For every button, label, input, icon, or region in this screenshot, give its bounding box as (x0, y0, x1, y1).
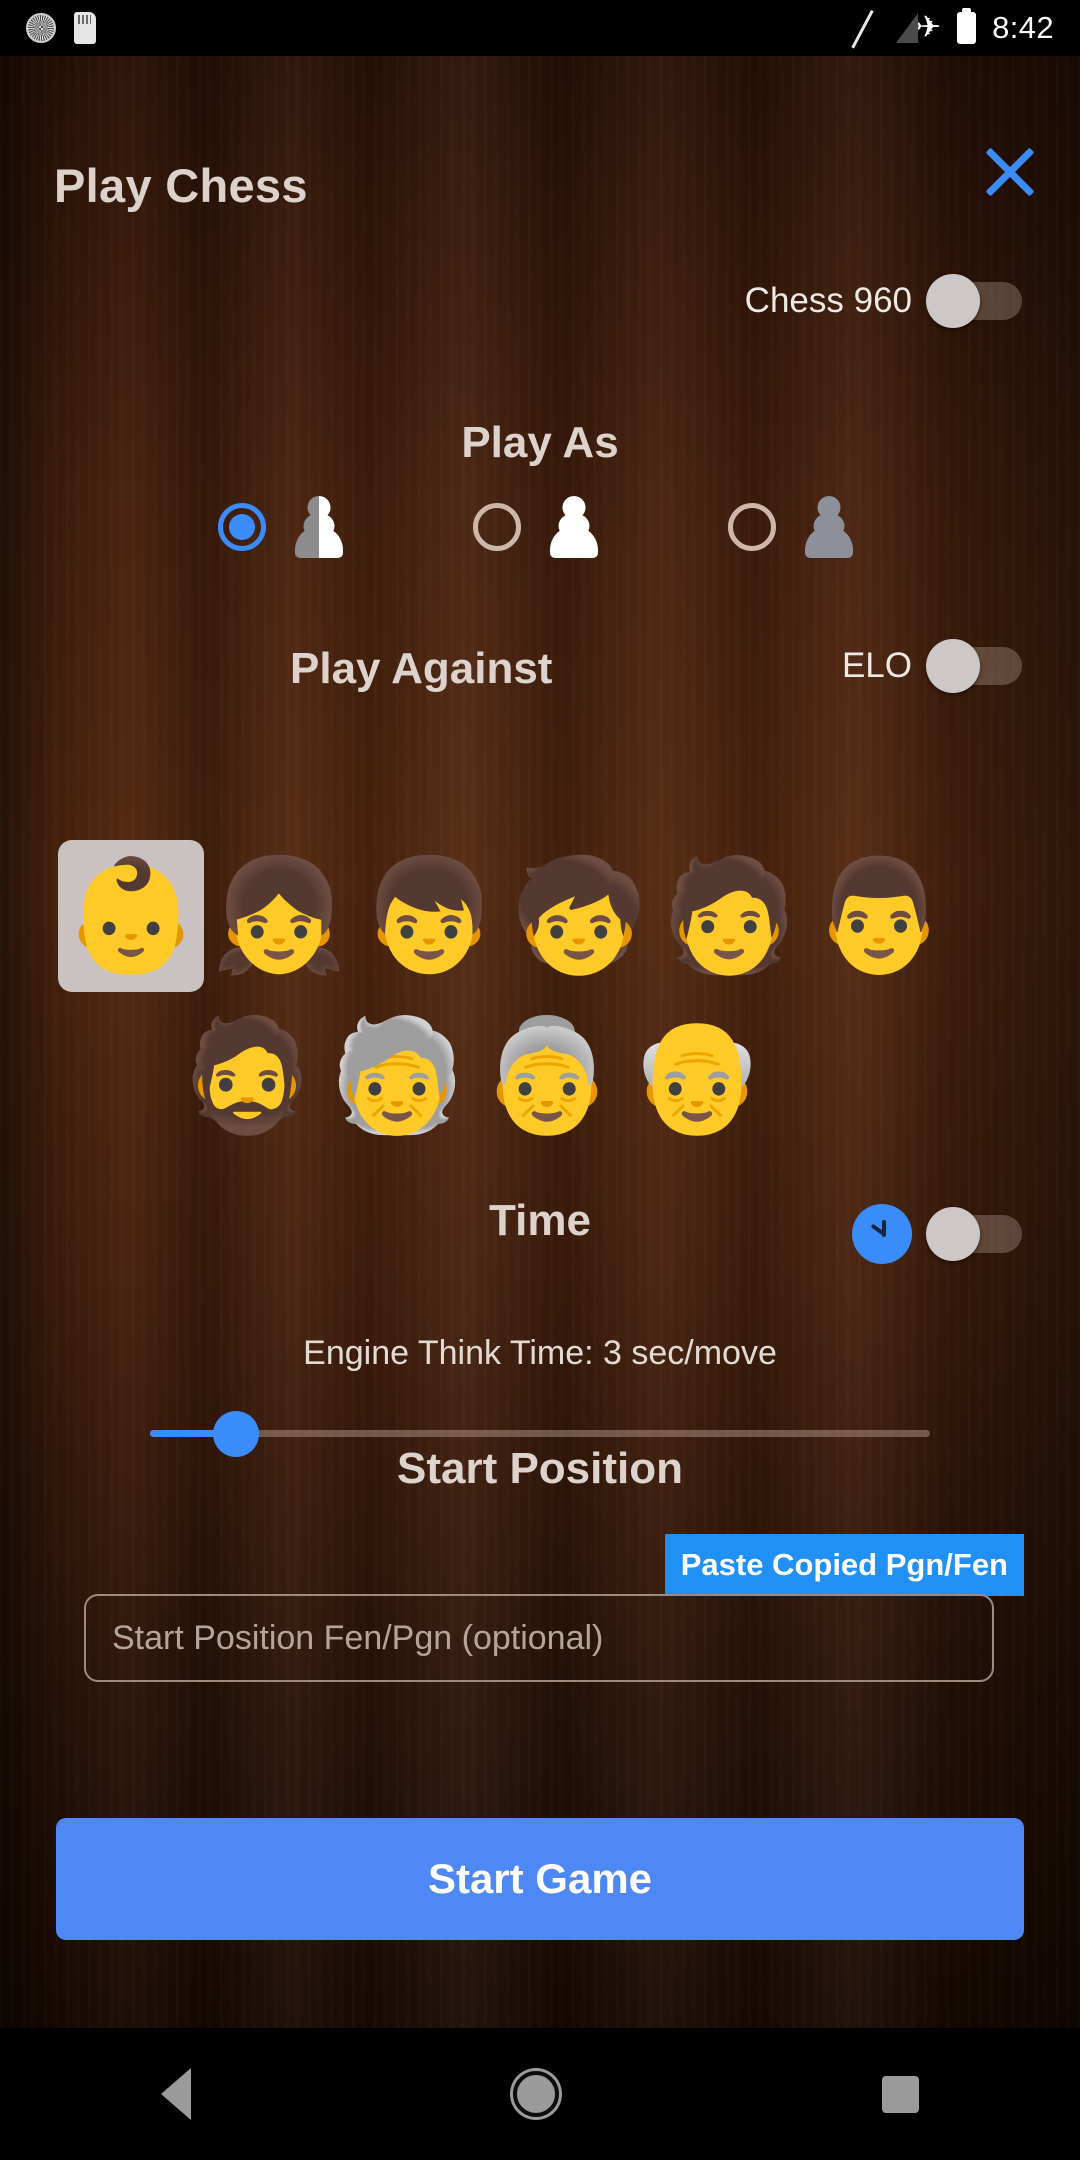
elo-toggle-knob (926, 639, 980, 693)
opponent-boy[interactable]: 👦 (354, 836, 504, 996)
play-against-heading: Play Against (290, 644, 553, 693)
opponent-grid: 👶 👧 👦 🧒 🧑 👨 🧔 🧓 👵 👴 (0, 836, 1080, 1156)
airplane-mode-icon: ✈ (915, 11, 942, 44)
close-icon[interactable] (976, 138, 1044, 206)
status-bar-clock: 8:42 (992, 10, 1054, 45)
opponent-older-person[interactable]: 🧓 (322, 996, 472, 1156)
paste-pgn-fen-button[interactable]: Paste Copied Pgn/Fen (664, 1534, 1024, 1596)
pawn-black-icon (802, 496, 856, 558)
play-as-option-black[interactable] (728, 496, 856, 558)
engine-think-time-label: Engine Think Time: 3 sec/move (303, 1334, 777, 1372)
opponent-old-man[interactable]: 👴 (622, 996, 772, 1156)
no-signal-icon (872, 11, 900, 45)
opponent-girl[interactable]: 👧 (204, 836, 354, 996)
clock-icon (852, 1204, 912, 1264)
start-game-button[interactable]: Start Game (56, 1818, 1024, 1940)
back-icon[interactable] (161, 2068, 192, 2120)
play-as-option-white[interactable] (473, 496, 601, 558)
chess960-toggle[interactable] (926, 274, 1022, 328)
elo-row[interactable]: ELO (841, 639, 1022, 693)
time-toggle[interactable] (926, 1207, 1022, 1261)
status-bar: ✈ 8:42 (0, 0, 1080, 56)
start-position-input[interactable] (84, 1594, 994, 1682)
sd-card-icon (74, 12, 96, 44)
opponent-bearded-man[interactable]: 🧔 (172, 996, 322, 1156)
opponent-old-woman[interactable]: 👵 (472, 996, 622, 1156)
radio-random[interactable] (218, 503, 266, 551)
status-bar-right-icons: ✈ 8:42 (872, 8, 1054, 46)
time-toggle-row[interactable] (852, 1204, 1022, 1264)
chess960-row[interactable]: Chess 960 (744, 274, 1022, 328)
slider-track (150, 1430, 930, 1437)
clock-icon (26, 13, 56, 43)
time-toggle-knob (926, 1207, 980, 1261)
pawn-white-icon (547, 496, 601, 558)
chess960-label: Chess 960 (744, 281, 912, 320)
status-bar-left-icons (26, 12, 96, 44)
pawn-random-icon (292, 496, 346, 558)
play-as-heading: Play As (461, 418, 619, 467)
opponent-child[interactable]: 🧒 (504, 836, 654, 996)
elo-toggle[interactable] (926, 639, 1022, 693)
chess960-toggle-knob (926, 274, 980, 328)
elo-label: ELO (841, 646, 912, 685)
dialog-content: Play Chess Chess 960 Play As Play Agains… (0, 56, 1080, 2028)
android-nav-bar (0, 2028, 1080, 2160)
app-screen: ✈ 8:42 Play Chess Chess 960 Play As Play… (0, 0, 1080, 2160)
start-position-heading: Start Position (396, 1444, 684, 1493)
radio-black[interactable] (728, 503, 776, 551)
opponent-row-2: 🧔 🧓 👵 👴 (0, 996, 1080, 1156)
opponent-person[interactable]: 🧑 (654, 836, 804, 996)
opponent-row-1: 👶 👧 👦 🧒 🧑 👨 (0, 836, 1080, 996)
battery-icon (957, 8, 977, 44)
radio-white[interactable] (473, 503, 521, 551)
page-title: Play Chess (54, 159, 308, 212)
recents-icon[interactable] (881, 2075, 919, 2113)
opponent-baby[interactable]: 👶 (58, 840, 204, 992)
play-as-option-random[interactable] (218, 496, 346, 558)
home-icon[interactable] (513, 2071, 560, 2117)
opponent-man[interactable]: 👨 (804, 836, 954, 996)
play-as-options (0, 496, 1080, 616)
